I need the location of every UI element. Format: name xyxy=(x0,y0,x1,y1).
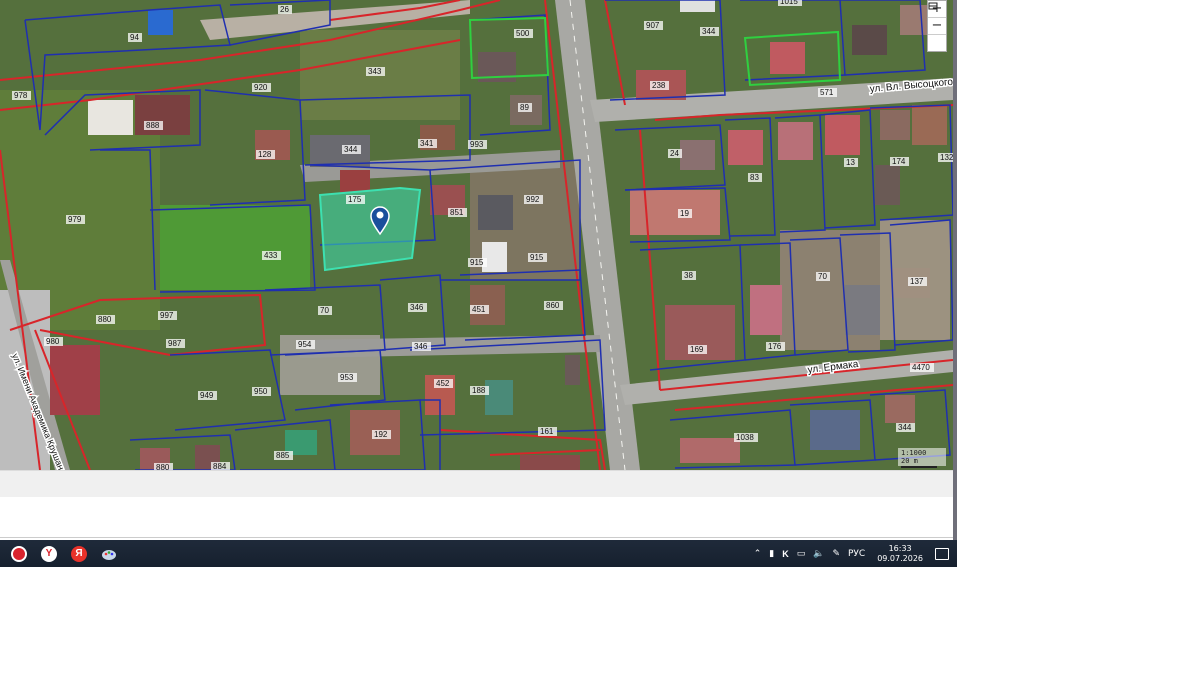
parcel-number-label[interactable]: 949 xyxy=(200,391,214,400)
scale-indicator: 1:1000 20 m xyxy=(898,448,946,468)
windows-taskbar: Y Я ⌃ ▮ K ▭ 🔈 ✎ РУС 16:33 09.07.2026 xyxy=(0,540,957,567)
parcel-number-label[interactable]: 238 xyxy=(652,81,666,90)
scale-bar xyxy=(901,466,937,468)
parcel-number-label[interactable]: 979 xyxy=(68,215,82,224)
network-icon[interactable]: ▭ xyxy=(797,549,806,559)
parcel-number-label[interactable]: 880 xyxy=(98,315,112,324)
scale-length: 20 m xyxy=(901,457,918,465)
parcel-number-label[interactable]: 884 xyxy=(213,462,227,470)
parcel-number-label[interactable]: 94 xyxy=(130,33,139,42)
parcel-number-label[interactable]: 343 xyxy=(368,67,382,76)
notification-icon[interactable] xyxy=(935,547,949,560)
parcel-number-label[interactable]: 915 xyxy=(470,258,484,267)
parcel-number-label[interactable]: 192 xyxy=(374,430,388,439)
parcel-number-label[interactable]: 344 xyxy=(702,27,716,36)
parcel-number-label[interactable]: 128 xyxy=(258,150,272,159)
parcel-number-label[interactable]: 571 xyxy=(820,88,834,97)
parcel-number-label[interactable]: 19 xyxy=(680,209,689,218)
system-tray: ⌃ ▮ K ▭ 🔈 ✎ РУС 16:33 09.07.2026 xyxy=(750,540,957,567)
parcel-number-label[interactable]: 24 xyxy=(670,149,679,158)
parcel-number-label[interactable]: 452 xyxy=(436,379,450,388)
terrain-lawn xyxy=(160,205,310,290)
window-right-edge xyxy=(953,0,957,540)
zoom-control: + − xyxy=(927,0,947,52)
selected-parcel[interactable] xyxy=(318,186,422,272)
layers-icon[interactable] xyxy=(928,2,946,51)
pen-icon[interactable]: ✎ xyxy=(832,549,840,559)
taskbar-app-paint[interactable] xyxy=(98,543,120,565)
parcel-number-label[interactable]: 13 xyxy=(846,158,855,167)
parcel-number-label[interactable]: 997 xyxy=(160,311,174,320)
tpc-app-icon xyxy=(11,545,27,562)
parcel-number-label[interactable]: 346 xyxy=(414,342,428,351)
yandex-browser-icon: Y xyxy=(41,545,57,562)
parcel-number-label[interactable]: 915 xyxy=(530,253,544,262)
parcel-number-label[interactable]: 89 xyxy=(520,103,529,112)
taskbar-app-yandex-browser[interactable]: Y xyxy=(38,543,60,565)
info-panel-header xyxy=(0,470,953,498)
parcel-number-label[interactable]: 451 xyxy=(472,305,486,314)
zoom-out-button[interactable]: − xyxy=(928,18,946,35)
parcel-number-label[interactable]: 978 xyxy=(14,91,28,100)
parcel-number-label[interactable]: 188 xyxy=(472,386,486,395)
parcel-number-label[interactable]: 161 xyxy=(540,427,554,436)
parcel-number-label[interactable]: 344 xyxy=(898,423,912,432)
parcel-number-label[interactable]: 954 xyxy=(298,340,312,349)
parcel-number-label[interactable]: 860 xyxy=(546,301,560,310)
parcel-number-label[interactable]: 433 xyxy=(264,251,278,260)
parcel-number-label[interactable]: 26 xyxy=(280,5,289,14)
clock-time: 16:33 xyxy=(888,543,912,553)
taskbar-app-tpc[interactable] xyxy=(8,543,30,565)
parcel-number-label[interactable]: 880 xyxy=(156,463,170,470)
parcel-number-label[interactable]: 950 xyxy=(254,387,268,396)
parcel-number-label[interactable]: 132 xyxy=(940,153,953,162)
parcel-number-label[interactable]: 344 xyxy=(344,145,358,154)
parcel-number-label[interactable]: 851 xyxy=(450,208,464,217)
parcel-number-label[interactable]: 169 xyxy=(690,345,704,354)
info-panel-body xyxy=(0,497,953,538)
parcel-number-label[interactable]: 1038 xyxy=(736,433,754,442)
parcel-number-label[interactable]: 70 xyxy=(818,272,827,281)
chevron-up-icon[interactable]: ⌃ xyxy=(754,549,762,559)
parcel-number-label[interactable]: 4470 xyxy=(912,363,930,372)
parcel-number-label[interactable]: 993 xyxy=(470,140,484,149)
yandex-icon: Я xyxy=(71,545,87,562)
k-app-icon[interactable]: K xyxy=(782,549,789,559)
parcel-number-label[interactable]: 38 xyxy=(684,271,693,280)
clock[interactable]: 16:33 09.07.2026 xyxy=(877,544,923,564)
map-canvas[interactable]: 94 26 500 907 344 1015 978 920 343 888 89 238 571 128… xyxy=(0,0,953,470)
parcel-number-label[interactable]: 953 xyxy=(340,373,354,382)
scale-ratio: 1:1000 xyxy=(901,449,927,457)
volume-icon[interactable]: 🔈 xyxy=(813,549,824,559)
parcel-number-label[interactable]: 346 xyxy=(410,303,424,312)
parcel-number-label[interactable]: 1015 xyxy=(780,0,798,6)
parcel-number-label[interactable]: 992 xyxy=(526,195,540,204)
parcel-number-label[interactable]: 888 xyxy=(146,121,160,130)
parcel-number-label[interactable]: 175 xyxy=(348,195,362,204)
parcel-number-label[interactable]: 500 xyxy=(516,29,530,38)
taskbar-app-yandex[interactable]: Я xyxy=(68,543,90,565)
file-icon[interactable]: ▮ xyxy=(769,549,774,559)
parcel-number-label[interactable]: 137 xyxy=(910,277,924,286)
parcel-number-label[interactable]: 907 xyxy=(646,21,660,30)
parcel-number-label[interactable]: 885 xyxy=(276,451,290,460)
parcel-number-label[interactable]: 341 xyxy=(420,139,434,148)
parcel-number-label[interactable]: 176 xyxy=(768,342,782,351)
parcel-number-label[interactable]: 920 xyxy=(254,83,268,92)
parcel-number-label[interactable]: 83 xyxy=(750,173,759,182)
parcel-number-label[interactable]: 980 xyxy=(46,337,60,346)
parcel-number-label[interactable]: 70 xyxy=(320,306,329,315)
clock-date: 09.07.2026 xyxy=(877,553,923,563)
map-viewport[interactable]: 94 26 500 907 344 1015 978 920 343 888 89 238 571 128… xyxy=(0,0,953,470)
input-language[interactable]: РУС xyxy=(848,549,865,559)
parcel-number-label[interactable]: 987 xyxy=(168,339,182,348)
parcel-number-label[interactable]: 174 xyxy=(892,157,906,166)
paint-app-icon xyxy=(102,549,116,560)
